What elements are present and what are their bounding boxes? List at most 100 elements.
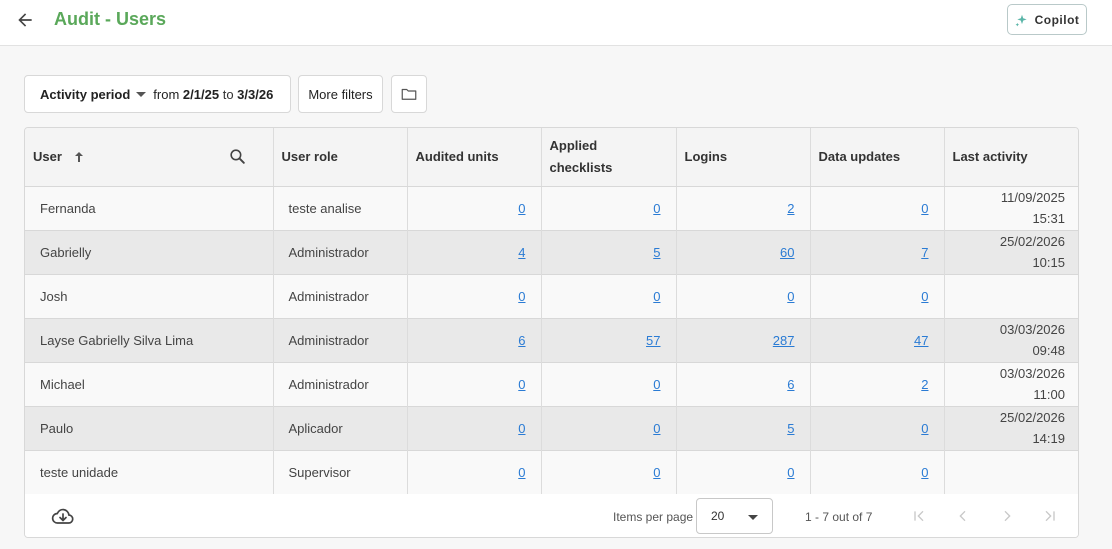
last-activity-date: 03/03/2026 <box>999 322 1065 337</box>
period-from-date: 2/1/25 <box>182 86 220 102</box>
search-icon[interactable] <box>228 147 247 166</box>
cell-audited-units: 0 <box>407 406 542 450</box>
table-body: Fernanda teste analise 0 0 2 0 11/09/202… <box>25 186 1078 494</box>
items-per-page-value: 20 <box>711 509 725 523</box>
cell-applied-checklists: 0 <box>541 274 677 318</box>
table-footer: Items per page 20 1 - 7 out of 7 <box>25 494 1078 537</box>
cell-last-activity <box>944 274 1078 318</box>
cell-last-activity: 03/03/2026 11:00 <box>944 362 1078 406</box>
first-page-button[interactable] <box>907 504 931 528</box>
column-header-user[interactable]: User <box>25 128 274 187</box>
next-page-button[interactable] <box>995 504 1019 528</box>
applied-checklists-link[interactable]: 0 <box>653 465 660 480</box>
cell-user: Michael <box>25 362 274 406</box>
cell-user: Layse Gabrielly Silva Lima <box>25 318 274 362</box>
cell-last-activity: 25/02/2026 10:15 <box>944 230 1078 274</box>
sort-ascending-icon[interactable] <box>74 151 84 163</box>
logins-link[interactable]: 6 <box>787 377 794 392</box>
first-page-icon <box>914 510 924 522</box>
applied-checklists-link[interactable]: 57 <box>646 333 660 348</box>
cell-logins: 0 <box>676 450 811 494</box>
back-button[interactable] <box>12 8 38 32</box>
audited-units-link[interactable]: 0 <box>518 377 525 392</box>
activity-period-label: Activity period <box>40 86 131 102</box>
column-header-audited-units[interactable]: Audited units <box>407 128 542 187</box>
cell-audited-units: 0 <box>407 186 542 230</box>
download-button[interactable] <box>51 506 75 531</box>
data-updates-link[interactable]: 47 <box>914 333 928 348</box>
cell-applied-checklists: 0 <box>541 362 677 406</box>
table-row: Fernanda teste analise 0 0 2 0 11/09/202… <box>25 186 1078 230</box>
chevron-right-icon <box>1004 510 1011 522</box>
period-to-date: 3/3/26 <box>237 86 274 102</box>
cell-logins: 2 <box>676 186 811 230</box>
cell-role: Administrador <box>273 230 408 274</box>
cell-data-updates: 47 <box>810 318 945 362</box>
cell-data-updates: 7 <box>810 230 945 274</box>
copilot-button[interactable]: Copilot <box>1007 4 1087 35</box>
audited-units-link[interactable]: 0 <box>518 465 525 480</box>
last-activity-date: 03/03/2026 <box>999 366 1065 381</box>
column-header-user-label: User <box>33 148 62 164</box>
pagination-range: 1 - 7 out of 7 <box>805 510 873 524</box>
last-page-button[interactable] <box>1038 504 1062 528</box>
cell-logins: 287 <box>676 318 811 362</box>
cell-last-activity: 11/09/2025 15:31 <box>944 186 1078 230</box>
applied-line-2: checklists <box>549 159 613 175</box>
logins-link[interactable]: 0 <box>787 289 794 304</box>
items-per-page-label: Items per page <box>613 510 694 524</box>
logins-link[interactable]: 60 <box>780 245 794 260</box>
applied-checklists-link[interactable]: 0 <box>653 201 660 216</box>
data-updates-link[interactable]: 0 <box>921 201 928 216</box>
cell-data-updates: 0 <box>810 274 945 318</box>
top-bar: Audit - Users Copilot <box>0 0 1112 46</box>
period-from-word: from <box>153 86 180 102</box>
audited-units-link[interactable]: 0 <box>518 289 525 304</box>
cell-logins: 0 <box>676 274 811 318</box>
logins-link[interactable]: 5 <box>787 421 794 436</box>
column-header-logins[interactable]: Logins <box>676 128 811 187</box>
last-activity-date: 25/02/2026 <box>999 234 1065 249</box>
cell-audited-units: 0 <box>407 274 542 318</box>
cell-role: Administrador <box>273 318 408 362</box>
data-updates-link[interactable]: 7 <box>921 245 928 260</box>
activity-period-filter[interactable]: Activity period from 2/1/25 to 3/3/26 <box>24 75 291 113</box>
cell-applied-checklists: 57 <box>541 318 677 362</box>
data-updates-link[interactable]: 0 <box>921 465 928 480</box>
arrow-left-icon <box>18 13 32 27</box>
data-updates-link[interactable]: 0 <box>921 421 928 436</box>
applied-checklists-link[interactable]: 5 <box>653 245 660 260</box>
audited-units-link[interactable]: 0 <box>518 421 525 436</box>
sparkle-icon <box>1015 14 1027 26</box>
column-header-user-role[interactable]: User role <box>273 128 408 187</box>
audited-units-link[interactable]: 0 <box>518 201 525 216</box>
audited-units-link[interactable]: 6 <box>518 333 525 348</box>
applied-checklists-link[interactable]: 0 <box>653 377 660 392</box>
cell-applied-checklists: 5 <box>541 230 677 274</box>
users-table-card: User User role Audited units Applied chec… <box>24 127 1079 538</box>
more-filters-button[interactable]: More filters <box>298 75 383 113</box>
cell-user: teste unidade <box>25 450 274 494</box>
items-per-page-select[interactable]: 20 <box>696 498 773 534</box>
table-row: Josh Administrador 0 0 0 0 <box>25 274 1078 318</box>
applied-checklists-link[interactable]: 0 <box>653 289 660 304</box>
cell-applied-checklists: 0 <box>541 406 677 450</box>
applied-checklists-link[interactable]: 0 <box>653 421 660 436</box>
logins-link[interactable]: 0 <box>787 465 794 480</box>
users-table: User User role Audited units Applied chec… <box>25 128 1078 495</box>
data-updates-link[interactable]: 0 <box>921 289 928 304</box>
data-updates-link[interactable]: 2 <box>921 377 928 392</box>
column-header-last-activity[interactable]: Last activity <box>944 128 1078 187</box>
cell-data-updates: 0 <box>810 406 945 450</box>
column-header-data-updates[interactable]: Data updates <box>810 128 945 187</box>
cell-data-updates: 2 <box>810 362 945 406</box>
cell-logins: 6 <box>676 362 811 406</box>
logins-link[interactable]: 287 <box>773 333 795 348</box>
column-header-applied-checklists[interactable]: Applied checklists <box>541 128 677 187</box>
cell-role: Aplicador <box>273 406 408 450</box>
previous-page-button[interactable] <box>951 504 975 528</box>
logins-link[interactable]: 2 <box>787 201 794 216</box>
folder-button[interactable] <box>391 75 427 113</box>
audited-units-link[interactable]: 4 <box>518 245 525 260</box>
table-row: Layse Gabrielly Silva Lima Administrador… <box>25 318 1078 362</box>
